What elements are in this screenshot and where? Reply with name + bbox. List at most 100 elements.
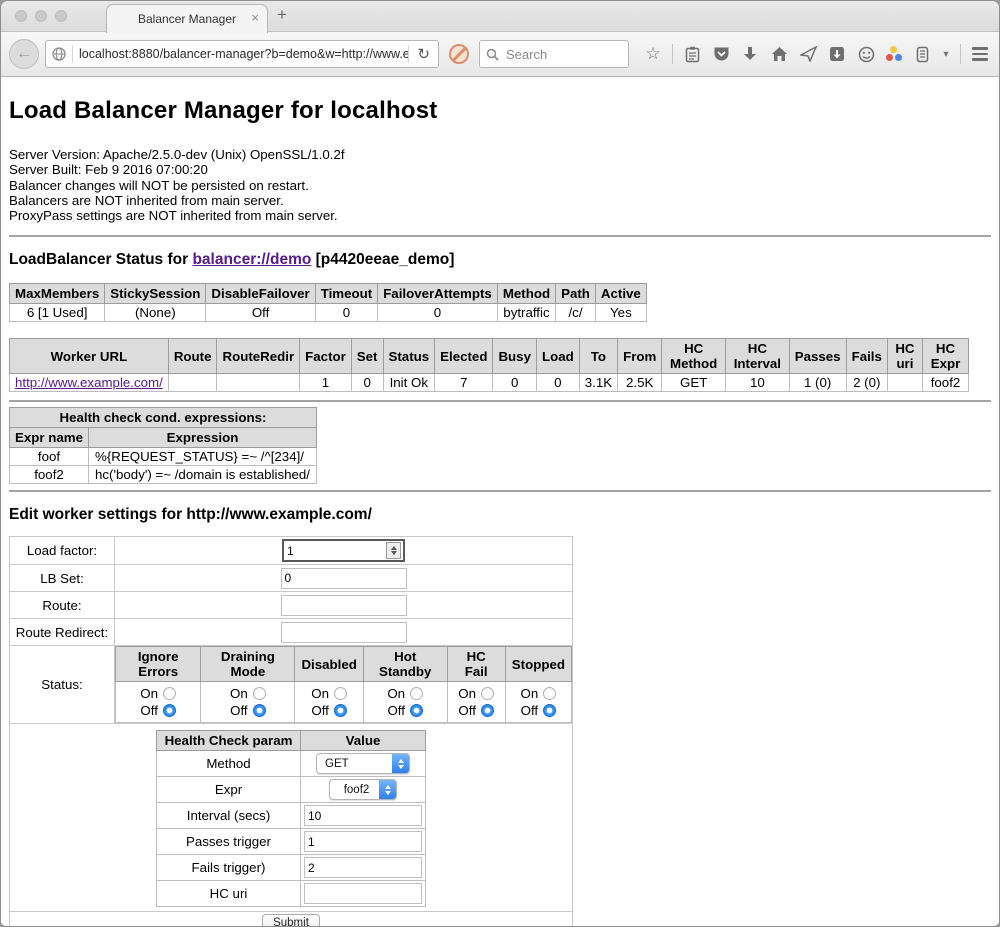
notice-proxypass: ProxyPass settings are NOT inherited fro… bbox=[9, 208, 991, 223]
send-page-icon[interactable] bbox=[798, 44, 818, 64]
interval-input[interactable] bbox=[304, 805, 422, 826]
table-row: foof2 hc('body') =~ /domain is establish… bbox=[10, 466, 317, 484]
worker-url-link[interactable]: http://www.example.com/ bbox=[15, 375, 163, 390]
hc-fail-off-radio[interactable] bbox=[481, 704, 494, 717]
tab-title: Balancer Manager bbox=[138, 12, 236, 26]
route-redirect-input[interactable] bbox=[281, 622, 407, 643]
fails-label: Fails trigger) bbox=[157, 855, 301, 881]
expr-name-cell: foof2 bbox=[10, 466, 89, 484]
search-input[interactable] bbox=[504, 46, 598, 63]
close-window-button[interactable] bbox=[15, 10, 27, 22]
hc-uri-input[interactable] bbox=[304, 883, 422, 904]
table-row: 6 [1 Used] (None) Off 0 0 bytraffic /c/ … bbox=[10, 304, 647, 322]
column-header: Active bbox=[595, 284, 646, 304]
column-header: Set bbox=[351, 339, 383, 374]
edit-worker-heading: Edit worker settings for http://www.exam… bbox=[9, 506, 991, 524]
chevron-down-icon[interactable]: ▾ bbox=[941, 44, 951, 64]
table-cell: 3.1K bbox=[579, 374, 617, 392]
on-label: On bbox=[458, 686, 476, 701]
table-cell: foof2 bbox=[922, 374, 968, 392]
lb-set-input[interactable] bbox=[281, 568, 407, 589]
url-bar[interactable]: localhost:8880/balancer-manager?b=demo&w… bbox=[45, 40, 439, 68]
table-cell: Off bbox=[206, 304, 315, 322]
column-header: HC Method bbox=[662, 339, 726, 374]
hc-fail-on-radio[interactable] bbox=[481, 687, 494, 700]
clipboard-icon[interactable] bbox=[682, 44, 702, 64]
expr-select[interactable]: foof2 bbox=[329, 779, 397, 800]
new-tab-button[interactable]: + bbox=[277, 5, 287, 25]
form-row-health-params: Health Check param Value Method GET bbox=[10, 724, 573, 912]
column-header: Path bbox=[556, 284, 596, 304]
menu-hamburger-icon[interactable] bbox=[970, 44, 990, 64]
divider bbox=[9, 490, 991, 492]
ignore-errors-off-radio[interactable] bbox=[163, 704, 176, 717]
table-row: foof %{REQUEST_STATUS} =~ /^[234]/ bbox=[10, 448, 317, 466]
off-label: Off bbox=[387, 703, 405, 718]
site-identity-globe-icon[interactable] bbox=[46, 47, 72, 61]
downloads-icon[interactable] bbox=[740, 44, 760, 64]
toolbar-divider bbox=[672, 44, 673, 64]
load-factor-input[interactable] bbox=[284, 544, 386, 558]
reload-icon[interactable]: ↻ bbox=[409, 45, 438, 63]
table-cell: Init Ok bbox=[383, 374, 435, 392]
fails-input[interactable] bbox=[304, 857, 422, 878]
back-button[interactable]: ← bbox=[9, 39, 39, 69]
draining-mode-on-radio[interactable] bbox=[253, 687, 266, 700]
route-input[interactable] bbox=[281, 595, 407, 616]
table-header-row: Expr name Expression bbox=[10, 428, 317, 448]
on-label: On bbox=[387, 686, 405, 701]
table-cell bbox=[217, 374, 300, 392]
search-bar[interactable] bbox=[479, 40, 629, 68]
form-row-submit: Submit bbox=[10, 912, 573, 927]
submit-button[interactable]: Submit bbox=[262, 914, 320, 927]
save-to-device-icon[interactable] bbox=[827, 44, 847, 64]
zoom-window-button[interactable] bbox=[55, 10, 67, 22]
close-tab-icon[interactable]: × bbox=[251, 10, 259, 25]
column-header: Worker URL bbox=[10, 339, 169, 374]
method-select[interactable]: GET bbox=[316, 753, 410, 774]
load-factor-label: Load factor: bbox=[10, 537, 115, 565]
content-blocked-icon[interactable] bbox=[449, 44, 469, 64]
on-label: On bbox=[311, 686, 329, 701]
feedback-smiley-icon[interactable] bbox=[856, 44, 876, 64]
table-cell: 0 bbox=[351, 374, 383, 392]
number-stepper[interactable] bbox=[386, 542, 401, 559]
column-header: HC uri bbox=[887, 339, 922, 374]
loadbalancer-status-heading: LoadBalancer Status for balancer://demo … bbox=[9, 251, 991, 269]
table-cell: 0 bbox=[536, 374, 579, 392]
column-header: HC Fail bbox=[447, 647, 505, 682]
hot-standby-on-radio[interactable] bbox=[410, 687, 423, 700]
stopped-on-radio[interactable] bbox=[543, 687, 556, 700]
tab-balancer-manager[interactable]: Balancer Manager × bbox=[106, 4, 268, 33]
stopped-off-radio[interactable] bbox=[543, 704, 556, 717]
off-label: Off bbox=[311, 703, 329, 718]
home-icon[interactable] bbox=[769, 44, 789, 64]
url-text[interactable]: localhost:8880/balancer-manager?b=demo&w… bbox=[73, 47, 408, 61]
hot-standby-off-radio[interactable] bbox=[410, 704, 423, 717]
column-header: Expression bbox=[89, 428, 317, 448]
hc-passes-row: Passes trigger bbox=[157, 829, 426, 855]
device-battery-icon[interactable] bbox=[912, 44, 932, 64]
pocket-icon[interactable] bbox=[711, 44, 731, 64]
method-label: Method bbox=[157, 751, 301, 777]
column-header: Load bbox=[536, 339, 579, 374]
table-header-row: Ignore Errors Draining Mode Disabled Hot… bbox=[116, 647, 572, 682]
disabled-on-radio[interactable] bbox=[334, 687, 347, 700]
passes-input[interactable] bbox=[304, 831, 422, 852]
minimize-window-button[interactable] bbox=[35, 10, 47, 22]
ignore-errors-on-radio[interactable] bbox=[163, 687, 176, 700]
edit-worker-form: Load factor: LB Set: Route: Route Redire… bbox=[9, 536, 573, 927]
table-cell: 1 bbox=[300, 374, 352, 392]
column-header: Hot Standby bbox=[363, 647, 447, 682]
table-title: Health check cond. expressions: bbox=[10, 408, 317, 428]
disabled-off-radio[interactable] bbox=[334, 704, 347, 717]
select-arrows-icon bbox=[392, 754, 409, 773]
table-cell: /c/ bbox=[556, 304, 596, 322]
balancer-demo-link[interactable]: balancer://demo bbox=[192, 251, 311, 268]
draining-mode-off-radio[interactable] bbox=[253, 704, 266, 717]
notice-persist: Balancer changes will NOT be persisted o… bbox=[9, 178, 991, 193]
colored-dots-extension-icon[interactable] bbox=[885, 45, 903, 63]
bookmark-star-icon[interactable]: ☆ bbox=[643, 44, 663, 64]
table-cell: http://www.example.com/ bbox=[10, 374, 169, 392]
divider bbox=[9, 235, 991, 237]
